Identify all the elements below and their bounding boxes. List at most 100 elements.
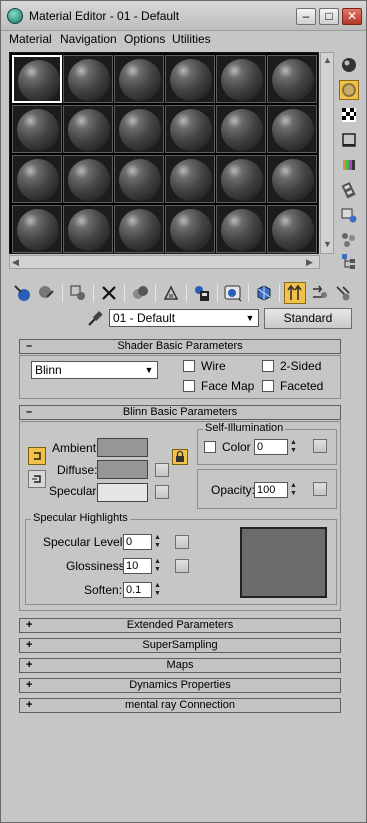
- background-button[interactable]: [339, 105, 359, 125]
- sample-slot-8[interactable]: [63, 105, 113, 153]
- opacity-value-field[interactable]: 100: [254, 482, 288, 498]
- rollout-blinn-basic-parameters[interactable]: – Blinn Basic Parameters: [19, 405, 341, 420]
- sample-uv-tiling-button[interactable]: [339, 130, 359, 150]
- opacity-spinner[interactable]: ▲ ▼: [289, 482, 298, 498]
- sample-slot-2[interactable]: [63, 55, 113, 103]
- rollout-mental-ray-connection[interactable]: + mental ray Connection: [19, 698, 341, 713]
- material-map-navigator-button[interactable]: [339, 251, 359, 271]
- specular-level-field[interactable]: 0: [123, 534, 152, 550]
- sample-slot-1[interactable]: [12, 55, 62, 103]
- sample-slot-12[interactable]: [267, 105, 317, 153]
- close-button[interactable]: ✕: [342, 8, 362, 25]
- put-to-library-button[interactable]: [160, 282, 182, 304]
- scroll-up-arrow-icon[interactable]: ▲: [323, 55, 332, 65]
- sample-slot-4[interactable]: [165, 55, 215, 103]
- sample-slot-17[interactable]: [216, 155, 266, 203]
- sample-slot-21[interactable]: [114, 205, 164, 253]
- select-by-material-button[interactable]: [339, 230, 359, 250]
- material-name-dropdown[interactable]: 01 - Default ▼: [109, 309, 259, 327]
- video-color-check-button[interactable]: [339, 155, 359, 175]
- shader-type-dropdown[interactable]: Blinn ▼: [31, 361, 158, 379]
- make-unique-icon: [133, 286, 148, 299]
- reset-map-button[interactable]: [98, 282, 120, 304]
- scroll-down-arrow-icon[interactable]: ▼: [323, 239, 332, 249]
- pick-material-eyedropper-button[interactable]: [85, 308, 105, 328]
- specular-color-swatch[interactable]: [97, 483, 148, 502]
- self-illum-color-checkbox[interactable]: [204, 441, 216, 453]
- opacity-map-button[interactable]: [313, 482, 327, 496]
- make-preview-button[interactable]: [339, 180, 359, 200]
- sample-type-sphere-icon: [342, 58, 356, 72]
- specular-map-button[interactable]: [155, 485, 169, 499]
- minimize-button[interactable]: –: [296, 8, 316, 25]
- scroll-left-arrow-icon[interactable]: ◀: [12, 257, 19, 268]
- pick-from-object-icon: [336, 286, 350, 301]
- soften-field[interactable]: 0.1: [123, 582, 152, 598]
- diffuse-color-swatch[interactable]: [97, 460, 148, 479]
- material-effects-channel-button[interactable]: [191, 282, 213, 304]
- glossiness-map-button[interactable]: [175, 559, 189, 573]
- maximize-button[interactable]: □: [319, 8, 339, 25]
- sample-slot-20[interactable]: [63, 205, 113, 253]
- put-to-scene-button[interactable]: [35, 282, 57, 304]
- two-sided-checkbox[interactable]: [262, 360, 274, 372]
- sample-slot-14[interactable]: [63, 155, 113, 203]
- diffuse-map-button[interactable]: [155, 463, 169, 477]
- sample-slot-11[interactable]: [216, 105, 266, 153]
- sample-slot-7[interactable]: [12, 105, 62, 153]
- sample-slot-22[interactable]: [165, 205, 215, 253]
- sample-slot-10[interactable]: [165, 105, 215, 153]
- rollout-dynamics-properties[interactable]: + Dynamics Properties: [19, 678, 341, 693]
- sample-slot-16[interactable]: [165, 155, 215, 203]
- backlight-button[interactable]: [339, 80, 359, 100]
- rollout-supersampling[interactable]: + SuperSampling: [19, 638, 341, 653]
- sample-slot-23[interactable]: [216, 205, 266, 253]
- specular-level-spinner[interactable]: ▲ ▼: [153, 534, 162, 550]
- material-type-button[interactable]: Standard: [264, 308, 352, 329]
- sample-type-button[interactable]: [339, 55, 359, 75]
- scroll-right-arrow-icon[interactable]: ▶: [306, 257, 313, 268]
- options-button[interactable]: [339, 205, 359, 225]
- wire-checkbox[interactable]: [183, 360, 195, 372]
- menu-navigation[interactable]: Navigation: [60, 32, 117, 46]
- show-map-in-viewport-button[interactable]: [222, 282, 244, 304]
- self-illum-map-button[interactable]: [313, 439, 327, 453]
- glossiness-spinner[interactable]: ▲ ▼: [153, 558, 162, 574]
- rollout-extended-parameters[interactable]: + Extended Parameters: [19, 618, 341, 633]
- go-to-parent-button[interactable]: [284, 282, 306, 304]
- sample-slots-horizontal-scrollbar[interactable]: ◀ ▶: [9, 255, 320, 269]
- menu-options[interactable]: Options: [124, 32, 165, 46]
- sample-slot-24[interactable]: [267, 205, 317, 253]
- go-forward-to-sibling-button[interactable]: [308, 282, 330, 304]
- pick-from-object-button[interactable]: [332, 282, 354, 304]
- sample-slot-6[interactable]: [267, 55, 317, 103]
- make-unique-button[interactable]: [129, 282, 151, 304]
- lock-diffuse-map-button[interactable]: [172, 449, 188, 465]
- sample-slot-19[interactable]: [12, 205, 62, 253]
- sample-slots-vertical-scrollbar[interactable]: ▲ ▼: [320, 52, 334, 254]
- ambient-color-swatch[interactable]: [97, 438, 148, 457]
- rollout-shader-basic-parameters[interactable]: – Shader Basic Parameters: [19, 339, 341, 354]
- lock-ambient-diffuse-button[interactable]: [28, 447, 46, 465]
- lock-diffuse-specular-button[interactable]: [28, 470, 46, 488]
- face-map-checkbox[interactable]: [183, 380, 195, 392]
- sample-slot-13[interactable]: [12, 155, 62, 203]
- self-illum-spinner[interactable]: ▲ ▼: [289, 439, 298, 455]
- assign-to-selection-button[interactable]: [67, 282, 89, 304]
- faceted-checkbox[interactable]: [262, 380, 274, 392]
- soften-spinner[interactable]: ▲ ▼: [153, 582, 162, 598]
- sample-slot-9[interactable]: [114, 105, 164, 153]
- rollout-maps[interactable]: + Maps: [19, 658, 341, 673]
- sample-slot-15[interactable]: [114, 155, 164, 203]
- sample-slot-3[interactable]: [114, 55, 164, 103]
- self-illum-value-field[interactable]: 0: [254, 439, 288, 455]
- menu-utilities[interactable]: Utilities: [172, 32, 211, 46]
- get-material-button[interactable]: [11, 282, 33, 304]
- sample-slot-5[interactable]: [216, 55, 266, 103]
- glossiness-field[interactable]: 10: [123, 558, 152, 574]
- title-bar[interactable]: Material Editor - 01 - Default – □ ✕: [1, 1, 366, 31]
- specular-level-map-button[interactable]: [175, 535, 189, 549]
- show-end-result-button[interactable]: [253, 282, 275, 304]
- sample-slot-18[interactable]: [267, 155, 317, 203]
- menu-material[interactable]: Material: [9, 32, 52, 46]
